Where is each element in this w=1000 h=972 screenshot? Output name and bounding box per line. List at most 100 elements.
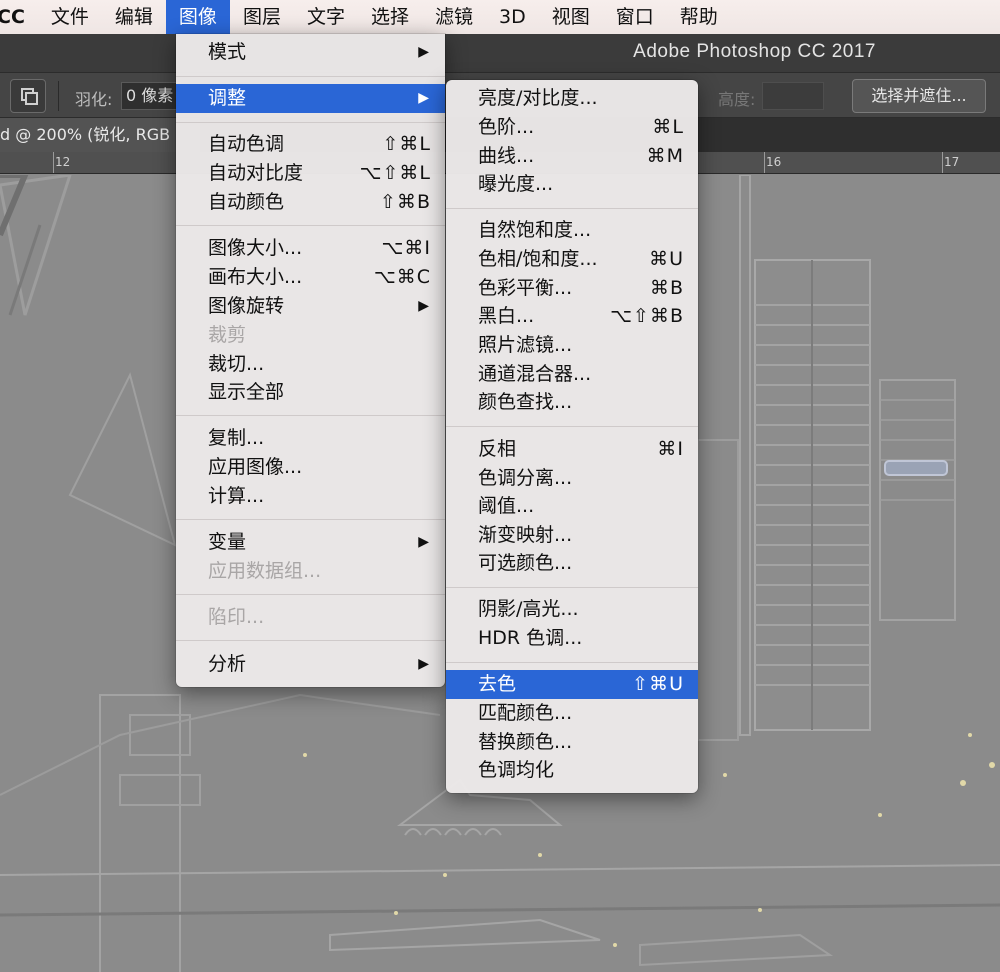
menu-item-photo-filter[interactable]: 照片滤镜... [446,331,698,360]
menubar-file[interactable]: 文件 [38,0,102,34]
menu-divider [176,225,445,226]
menu-item-levels[interactable]: 色阶... ⌘L [446,113,698,142]
menu-divider [176,519,445,520]
height-input[interactable] [762,82,824,110]
menu-item-brightness-contrast[interactable]: 亮度/对比度... [446,84,698,113]
feather-label: 羽化: [75,90,113,109]
menu-item-label: 曝光度... [478,173,554,195]
menu-item-label: 色阶... [478,116,535,138]
options-divider [58,81,59,111]
menu-item-match-color[interactable]: 匹配颜色... [446,699,698,728]
menu-item-auto-tone[interactable]: 自动色调 ⇧⌘L [176,130,445,159]
menu-item-calculations[interactable]: 计算... [176,482,445,511]
menu-item-label: 可选颜色... [478,552,573,574]
menubar-select[interactable]: 选择 [358,0,422,34]
menu-item-apply-image[interactable]: 应用图像... [176,453,445,482]
ruler-tick [53,152,54,173]
selection-square-front [25,92,38,105]
submenu-arrow-icon: ▶ [418,90,429,106]
menu-item-reveal-all[interactable]: 显示全部 [176,378,445,407]
menu-item-replace-color[interactable]: 替换颜色... [446,728,698,757]
menubar-layer[interactable]: 图层 [230,0,294,34]
menu-item-curves[interactable]: 曲线... ⌘M [446,142,698,171]
menu-item-label: 自动对比度 [208,162,304,184]
menu-divider [176,594,445,595]
menu-item-canvas-size[interactable]: 画布大小... ⌥⌘C [176,263,445,292]
menu-item-label: 照片滤镜... [478,334,573,356]
menu-item-label: 曲线... [478,145,535,167]
menu-item-shortcut: ⌥⌘C [373,266,431,288]
menu-item-image-size[interactable]: 图像大小... ⌥⌘I [176,234,445,263]
menu-item-label: 自然饱和度... [478,219,592,241]
menu-item-shortcut: ⌘L [652,116,684,138]
menu-item-shortcut: ⇧⌘B [380,191,431,213]
menubar-help[interactable]: 帮助 [667,0,731,34]
menu-item-black-white[interactable]: 黑白... ⌥⇧⌘B [446,302,698,331]
document-tab[interactable]: d @ 200% (锐化, RGB [0,118,200,152]
menu-item-apply-data-set: 应用数据组... [176,557,445,586]
menu-item-label: 阴影/高光... [478,598,579,620]
menu-item-shortcut: ⌥⇧⌘L [359,162,431,184]
adjustments-submenu: 亮度/对比度... 色阶... ⌘L 曲线... ⌘M 曝光度... 自然饱和度… [446,80,698,793]
menu-item-adjustments[interactable]: 调整 ▶ [176,84,445,113]
menu-item-label: 色彩平衡... [478,277,573,299]
menu-item-label: 阈值... [478,495,535,517]
menu-divider [176,122,445,123]
menu-item-selective-color[interactable]: 可选颜色... [446,549,698,578]
menu-item-auto-color[interactable]: 自动颜色 ⇧⌘B [176,188,445,217]
menu-item-label: 替换颜色... [478,731,573,753]
menu-divider [446,426,698,427]
menu-item-label: 应用数据组... [208,560,322,582]
ruler-label: 17 [944,155,960,169]
menu-item-hue-saturation[interactable]: 色相/饱和度... ⌘U [446,245,698,274]
menu-item-threshold[interactable]: 阈值... [446,492,698,521]
menu-item-invert[interactable]: 反相 ⌘I [446,435,698,464]
menu-item-shortcut: ⌥⇧⌘B [610,305,684,327]
menu-divider [176,640,445,641]
menu-item-image-rotation[interactable]: 图像旋转 ▶ [176,292,445,321]
menubar-view[interactable]: 视图 [539,0,603,34]
menu-item-exposure[interactable]: 曝光度... [446,170,698,199]
menubar-app-cc[interactable]: CC [0,0,38,34]
menubar-type[interactable]: 文字 [294,0,358,34]
feather-input[interactable]: 0 像素 [121,82,181,110]
menu-item-color-lookup[interactable]: 颜色查找... [446,388,698,417]
select-and-mask-button[interactable]: 选择并遮住... [852,79,986,113]
menu-item-label: 计算... [208,485,265,507]
menu-item-channel-mixer[interactable]: 通道混合器... [446,360,698,389]
menu-item-shortcut: ⌥⌘I [381,237,431,259]
menu-divider [446,662,698,663]
menu-item-shortcut: ⌘M [646,145,684,167]
menu-item-label: 色调分离... [478,467,573,489]
selection-mode-icon[interactable] [10,79,46,113]
menubar-3d[interactable]: 3D [486,0,539,34]
menu-item-crop: 裁剪 [176,321,445,350]
menu-item-color-balance[interactable]: 色彩平衡... ⌘B [446,274,698,303]
menu-item-label: 色调均化 [478,759,555,781]
menu-item-label: 通道混合器... [478,363,592,385]
menu-item-posterize[interactable]: 色调分离... [446,464,698,493]
menu-item-shortcut: ⇧⌘U [632,673,684,695]
menubar-filter[interactable]: 滤镜 [422,0,486,34]
menu-item-shadows-highlights[interactable]: 阴影/高光... [446,595,698,624]
menu-item-label: 亮度/对比度... [478,87,598,109]
menu-item-trim[interactable]: 裁切... [176,350,445,379]
menubar-image[interactable]: 图像 [165,0,230,34]
menu-divider [176,76,445,77]
menu-item-vibrance[interactable]: 自然饱和度... [446,216,698,245]
menu-item-variables[interactable]: 变量 ▶ [176,528,445,557]
menu-item-equalize[interactable]: 色调均化 [446,756,698,785]
menubar-window[interactable]: 窗口 [603,0,667,34]
menu-item-duplicate[interactable]: 复制... [176,424,445,453]
menu-item-label: 显示全部 [208,381,285,403]
menu-item-hdr-toning[interactable]: HDR 色调... [446,624,698,653]
menu-item-auto-contrast[interactable]: 自动对比度 ⌥⇧⌘L [176,159,445,188]
submenu-arrow-icon: ▶ [418,534,429,550]
menubar-edit[interactable]: 编辑 [102,0,166,34]
menu-item-mode[interactable]: 模式 ▶ [176,38,445,67]
menu-item-analysis[interactable]: 分析 ▶ [176,650,445,679]
menu-item-label: 渐变映射... [478,524,573,546]
menu-item-desaturate[interactable]: 去色 ⇧⌘U [446,670,698,699]
menu-item-shortcut: ⌘U [649,248,684,270]
menu-item-gradient-map[interactable]: 渐变映射... [446,521,698,550]
